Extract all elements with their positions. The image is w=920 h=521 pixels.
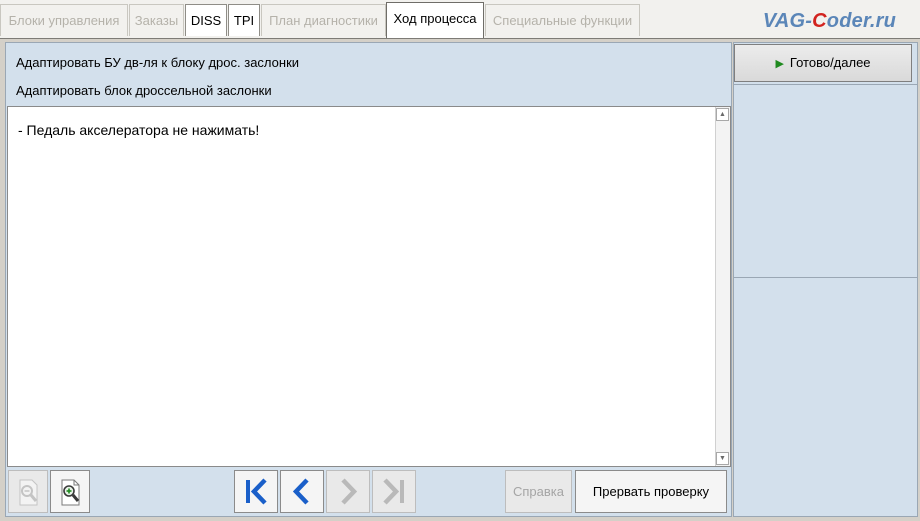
watermark-logo: VAG-Coder.ru (762, 10, 896, 32)
right-panel (733, 42, 918, 517)
zoom-in-button[interactable] (50, 470, 90, 513)
chevron-left-icon (292, 478, 309, 505)
scroll-up-icon[interactable]: ▲ (716, 108, 729, 121)
abort-test-button[interactable]: Прервать проверку (575, 470, 727, 513)
tab-orders[interactable]: Заказы (129, 4, 184, 36)
first-step-button[interactable] (234, 470, 278, 513)
message-text: - Педаль акселератора не нажимать! (18, 122, 260, 138)
vertical-scrollbar[interactable]: ▲ ▼ (715, 107, 730, 466)
tab-tpi[interactable]: TPI (228, 4, 260, 36)
tab-diss[interactable]: DISS (185, 4, 227, 36)
tab-special-functions[interactable]: Специальные функции (485, 4, 640, 36)
tab-control-units[interactable]: Блоки управления (0, 4, 128, 36)
done-next-button[interactable]: ▶ Готово/далее (734, 44, 912, 82)
header-line-2: Адаптировать блок дроссельной заслонки (16, 83, 272, 98)
header-line-1: Адаптировать БУ дв-ля к блоку дрос. засл… (16, 55, 300, 70)
last-step-button[interactable] (372, 470, 416, 513)
message-area: - Педаль акселератора не нажимать! ▲ ▼ (7, 106, 731, 467)
tab-divider (0, 38, 920, 39)
tab-diagnostic-plan[interactable]: План диагностики (261, 4, 386, 36)
zoom-out-icon (19, 479, 38, 506)
zoom-in-icon (61, 479, 80, 506)
next-step-button[interactable] (326, 470, 370, 513)
chevron-right-icon (341, 478, 358, 505)
help-button[interactable]: Справка (505, 470, 572, 513)
skip-last-icon (383, 478, 404, 505)
tab-bar: Блоки управления Заказы DISS TPI План ди… (0, 0, 920, 38)
zoom-out-button[interactable] (8, 470, 48, 513)
scroll-down-icon[interactable]: ▼ (716, 452, 729, 465)
tab-process[interactable]: Ход процесса (386, 2, 484, 38)
previous-step-button[interactable] (280, 470, 324, 513)
done-next-label: Готово/далее (789, 55, 871, 70)
right-panel-divider-middle (734, 277, 918, 278)
play-icon: ▶ (775, 58, 784, 70)
skip-first-icon (246, 478, 267, 505)
right-panel-divider-top (734, 84, 918, 85)
